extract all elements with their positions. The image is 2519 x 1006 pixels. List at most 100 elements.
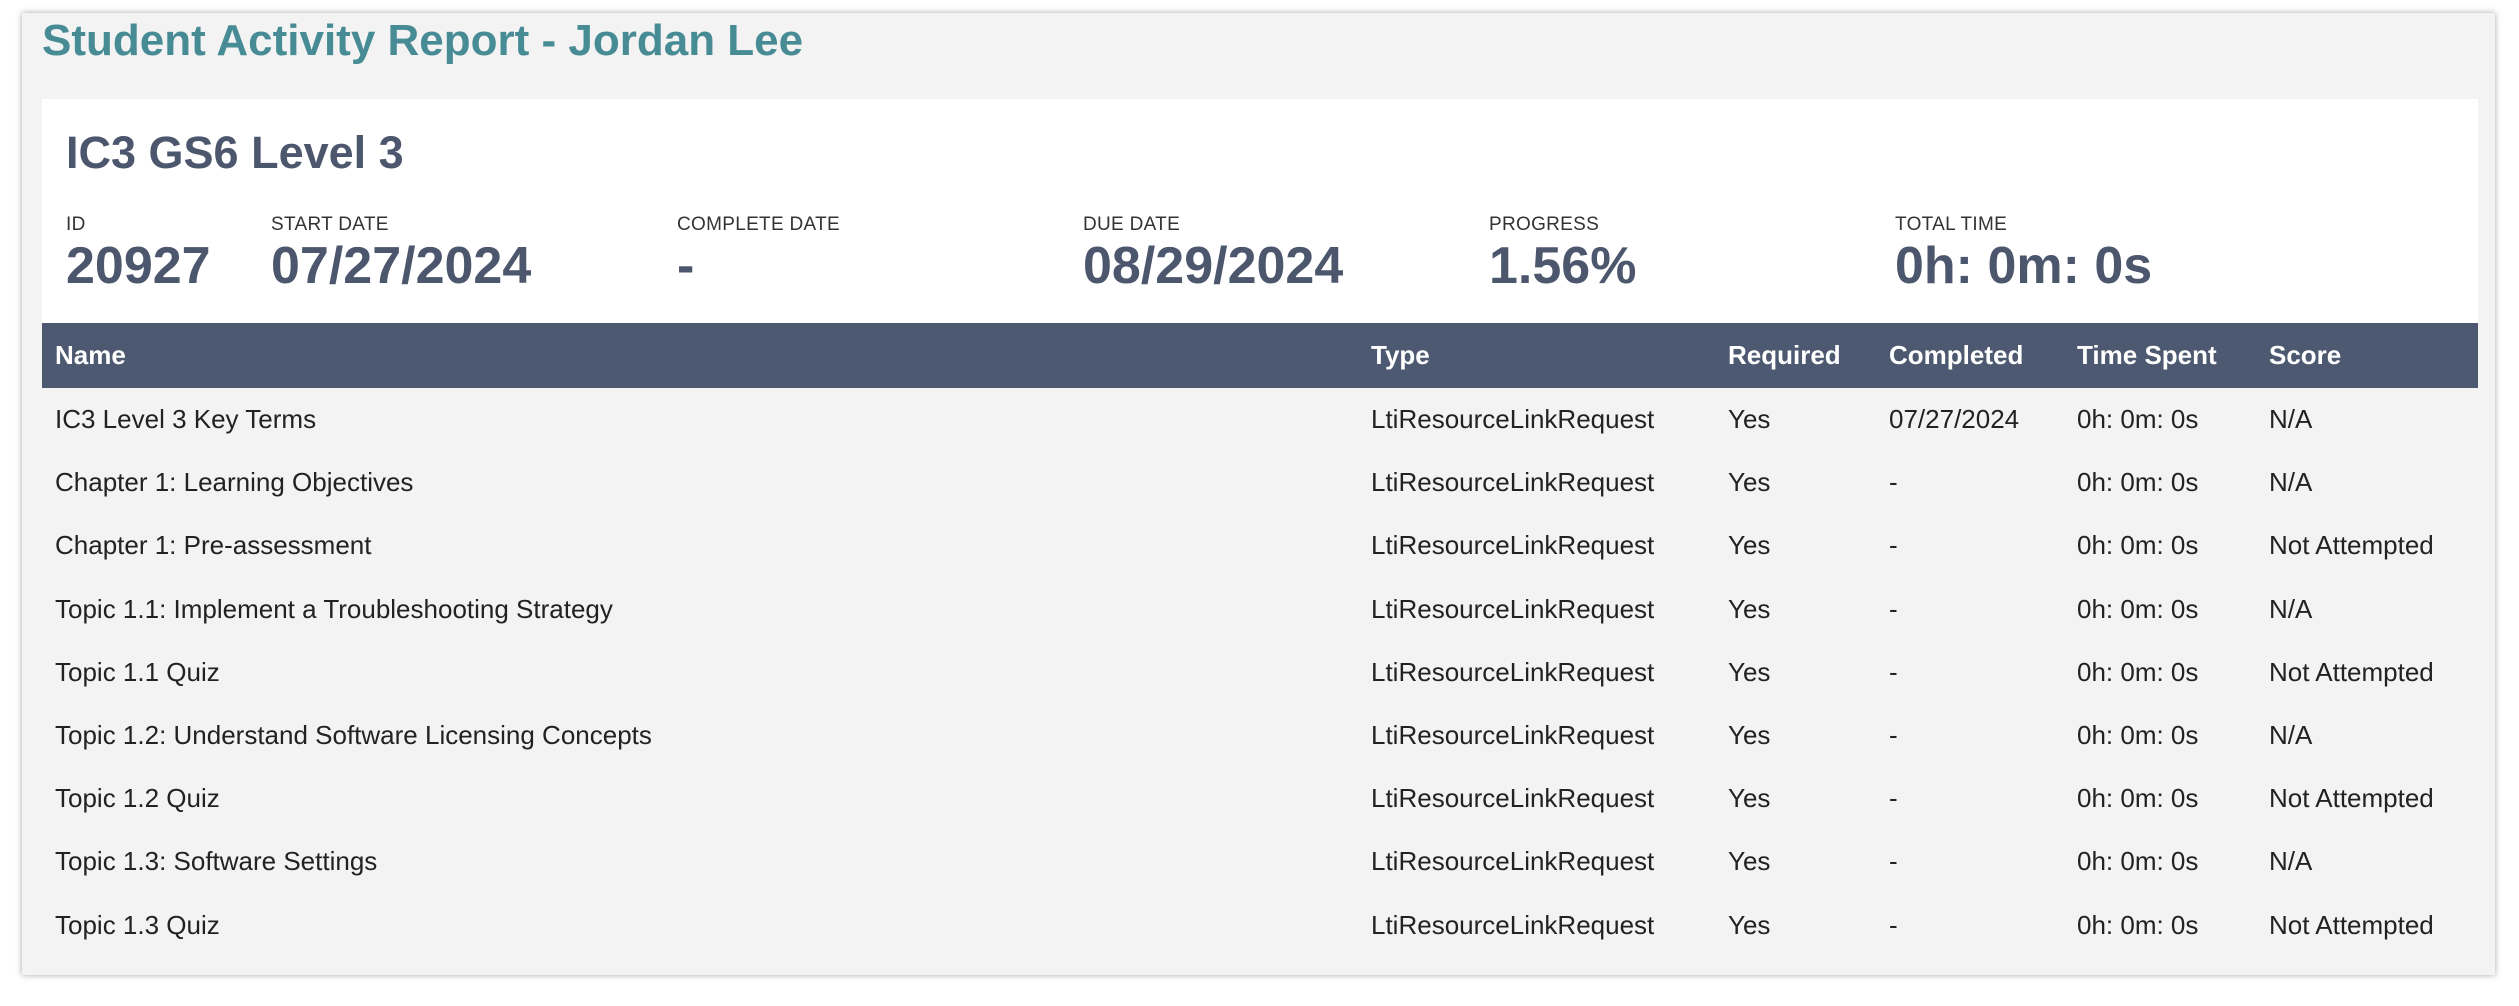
cell-score: N/A	[2256, 957, 2478, 975]
cell-name: Topic 1.2: Understand Software Licensing…	[55, 720, 652, 751]
column-header-score[interactable]: Score	[2256, 323, 2478, 388]
cell-name: IC3 Level 3 Key Terms	[55, 404, 317, 435]
cell-required: Yes	[1728, 404, 1771, 435]
cell-score: N/A	[2269, 720, 2313, 751]
column-header-required[interactable]: Required	[1715, 323, 1876, 388]
stat-due-date: DUE DATE 08/29/2024	[1083, 213, 1343, 295]
cell-type: LtiResourceLinkRequest	[1371, 593, 1655, 624]
stat-start-date-label: START DATE	[271, 214, 389, 235]
cell-time-spent: 0h: 0m: 0s	[2077, 404, 2199, 435]
table-row: Chapter 1: Pre-assessment LtiResourceLin…	[42, 514, 2478, 578]
cell-time-spent: 0h: 0m: 0s	[2077, 720, 2199, 751]
cell-score: Not Attempted	[2269, 783, 2434, 814]
cell-time-spent: 0h: 0m: 0s	[2077, 593, 2199, 624]
table-row: Topic 1.3: Software Settings LtiResource…	[42, 830, 2478, 894]
cell-name: Chapter 1: Vocabulary	[42, 957, 1358, 975]
cell-name: Chapter 1: Learning Objectives	[55, 467, 414, 498]
cell-time-spent: 0h: 0m: 0s	[2077, 467, 2199, 498]
course-title: IC3 GS6 Level 3	[66, 127, 404, 178]
cell-type: LtiResourceLinkRequest	[1358, 957, 1715, 975]
cell-score: N/A	[2269, 593, 2313, 624]
cell-required: Yes	[1728, 467, 1771, 498]
course-card: IC3 GS6 Level 3 ID 20927 START DATE 07/2…	[42, 99, 2478, 975]
cell-completed: -	[1889, 593, 1898, 624]
stat-complete-date-value: -	[677, 237, 695, 295]
stat-complete-date: COMPLETE DATE -	[677, 213, 840, 295]
cell-name: Chapter 1: Pre-assessment	[55, 530, 372, 561]
cell-time-spent: 0h: 0m: 0s	[2077, 909, 2199, 940]
cell-name: Topic 1.1 Quiz	[55, 656, 220, 687]
stat-start-date: START DATE 07/27/2024	[271, 213, 531, 295]
stat-total-time-label: TOTAL TIME	[1895, 214, 2008, 235]
cell-time-spent: 0h: 0m: 0s	[2077, 783, 2199, 814]
table-row: Topic 1.1 Quiz LtiResourceLinkRequest Ye…	[42, 640, 2478, 704]
stat-id-label: ID	[66, 214, 86, 235]
table-row: Topic 1.2: Understand Software Licensing…	[42, 703, 2478, 768]
stat-id: ID 20927	[66, 213, 211, 295]
cell-required: Yes	[1728, 783, 1771, 814]
cell-required: Yes	[1728, 530, 1771, 561]
stat-progress-label: PROGRESS	[1489, 214, 1600, 235]
stat-complete-date-label: COMPLETE DATE	[677, 214, 840, 235]
cell-required: Yes	[1728, 593, 1771, 624]
cell-name: Topic 1.1: Implement a Troubleshooting S…	[55, 593, 613, 624]
cell-required: Yes	[1728, 909, 1771, 940]
cell-time-spent: 0h: 0m: 0s	[2077, 530, 2199, 561]
cell-type: LtiResourceLinkRequest	[1371, 404, 1655, 435]
cell-required: Yes	[1728, 656, 1771, 687]
cell-completed: -	[1889, 909, 1898, 940]
table-row: Topic 1.3 Quiz LtiResourceLinkRequest Ye…	[42, 893, 2478, 957]
cell-time-spent: 0h: 0m: 0s	[2077, 846, 2199, 877]
cell-type: LtiResourceLinkRequest	[1371, 656, 1655, 687]
cell-type: LtiResourceLinkRequest	[1371, 467, 1655, 498]
stat-total-time: TOTAL TIME 0h: 0m: 0s	[1895, 213, 2152, 295]
column-header-type[interactable]: Type	[1358, 323, 1715, 388]
table-row: Chapter 1: Vocabulary LtiResourceLinkReq…	[42, 956, 2478, 975]
table-row: IC3 Level 3 Key Terms LtiResourceLinkReq…	[42, 388, 2478, 452]
stat-due-date-value: 08/29/2024	[1083, 237, 1344, 295]
stat-total-time-value: 0h: 0m: 0s	[1895, 237, 2153, 295]
cell-type: LtiResourceLinkRequest	[1371, 846, 1655, 877]
cell-type: LtiResourceLinkRequest	[1371, 909, 1655, 940]
cell-score: Not Attempted	[2269, 656, 2434, 687]
cell-completed: 07/27/2024	[1889, 404, 2020, 435]
cell-required: Yes	[1728, 720, 1771, 751]
cell-completed: -	[1889, 846, 1898, 877]
cell-completed: -	[1889, 720, 1898, 751]
table-row: Topic 1.2 Quiz LtiResourceLinkRequest Ye…	[42, 767, 2478, 831]
cell-type: LtiResourceLinkRequest	[1371, 530, 1655, 561]
stat-id-value: 20927	[66, 237, 211, 295]
cell-name: Topic 1.2 Quiz	[55, 783, 220, 814]
cell-required: Yes	[1728, 846, 1771, 877]
cell-completed: -	[1889, 467, 1898, 498]
column-header-completed[interactable]: Completed	[1876, 323, 2064, 388]
cell-time-spent: 0h: 0m: 0s	[2064, 957, 2256, 975]
table-header-row: Name Type Required Completed Time Spent …	[42, 323, 2478, 388]
cell-score: Not Attempted	[2269, 530, 2434, 561]
cell-time-spent: 0h: 0m: 0s	[2077, 656, 2199, 687]
cell-completed: -	[1889, 530, 1898, 561]
stat-progress: PROGRESS 1.56%	[1489, 213, 1636, 295]
cell-completed: -	[1889, 656, 1898, 687]
activity-table: Name Type Required Completed Time Spent …	[42, 323, 2478, 975]
cell-score: N/A	[2269, 846, 2313, 877]
stat-start-date-value: 07/27/2024	[271, 237, 532, 295]
column-header-name[interactable]: Name	[42, 323, 1358, 388]
cell-score: Not Attempted	[2269, 909, 2434, 940]
stat-progress-value: 1.56%	[1489, 237, 1637, 295]
cell-completed: -	[1889, 783, 1898, 814]
cell-score: N/A	[2269, 467, 2313, 498]
report-window: Student Activity Report - Jordan Lee IC3…	[22, 13, 2495, 975]
cell-name: Topic 1.3 Quiz	[55, 909, 220, 940]
cell-name: Topic 1.3: Software Settings	[55, 846, 378, 877]
cell-completed: -	[1876, 957, 2064, 975]
page-title: Student Activity Report - Jordan Lee	[42, 16, 804, 65]
table-row: Chapter 1: Learning Objectives LtiResour…	[42, 451, 2478, 515]
table-row: Topic 1.1: Implement a Troubleshooting S…	[42, 577, 2478, 641]
cell-type: LtiResourceLinkRequest	[1371, 720, 1655, 751]
cell-score: N/A	[2269, 404, 2313, 435]
cell-required: Yes	[1715, 957, 1876, 975]
stat-due-date-label: DUE DATE	[1083, 214, 1181, 235]
column-header-time-spent[interactable]: Time Spent	[2064, 323, 2256, 388]
cell-type: LtiResourceLinkRequest	[1371, 783, 1655, 814]
